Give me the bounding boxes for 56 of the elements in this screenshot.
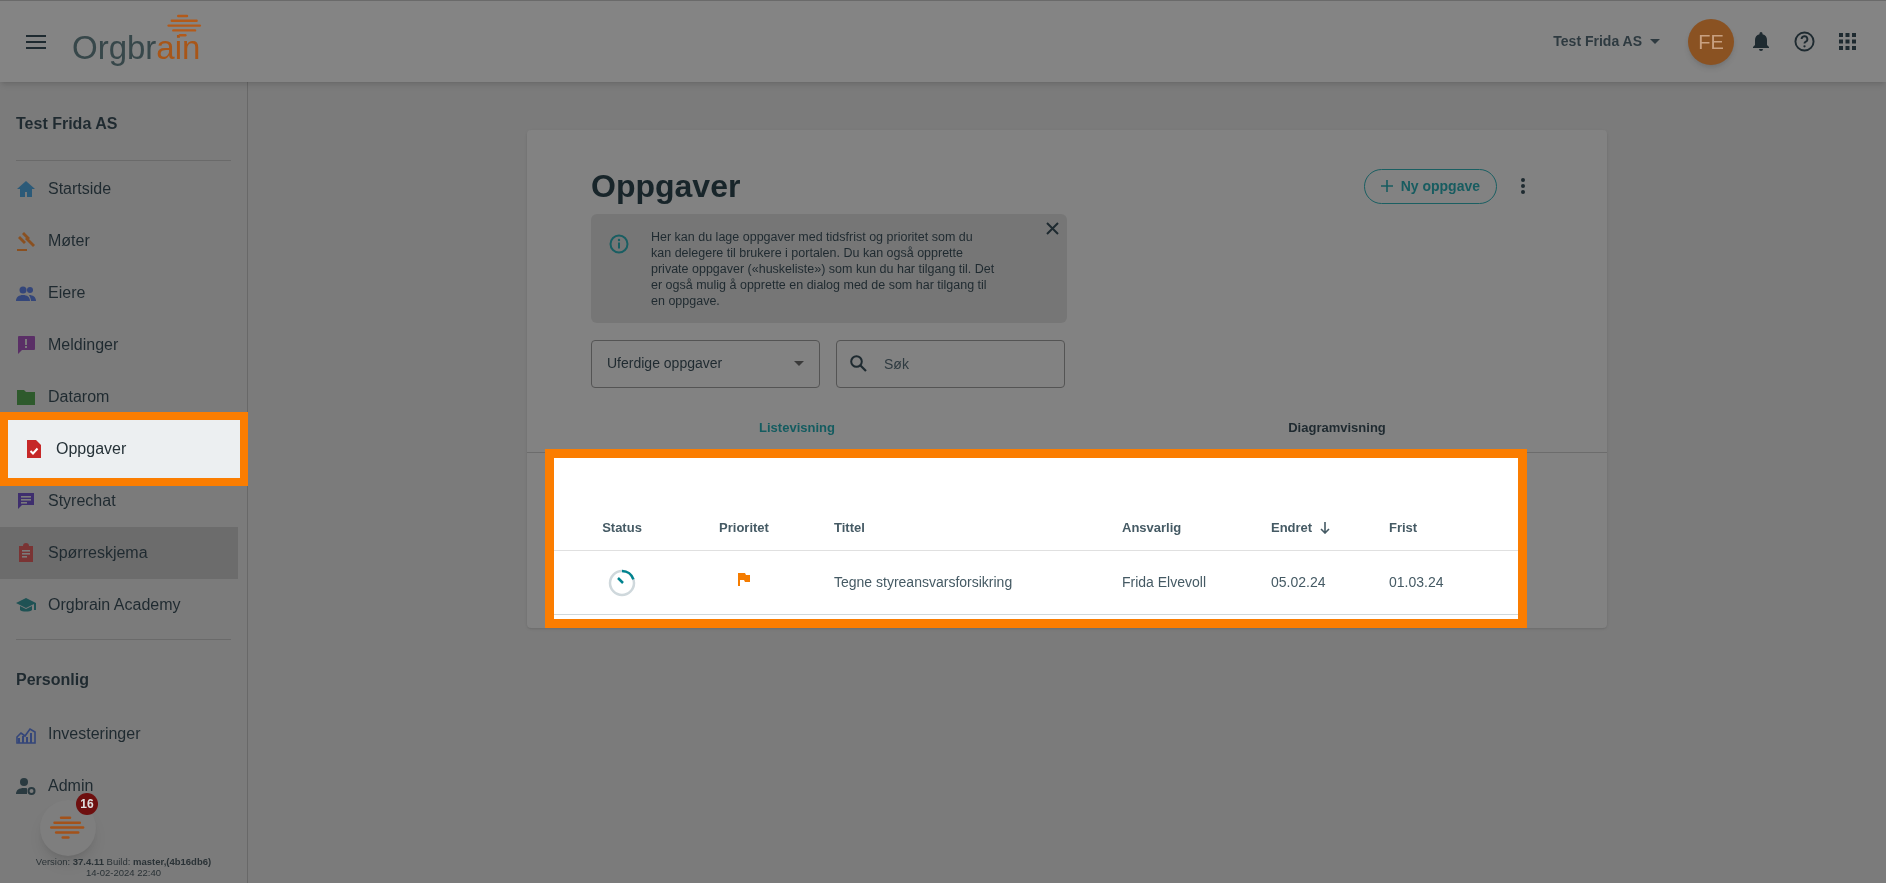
- view-tab[interactable]: Diagramvisning: [1067, 403, 1607, 452]
- filter-value: Uferdige oppgaver: [607, 354, 724, 374]
- brain-logo-icon: [50, 815, 86, 841]
- more-options-icon[interactable]: [1521, 178, 1525, 194]
- sidebar-item[interactable]: Investeringer: [0, 708, 238, 760]
- apps-grid-icon[interactable]: [1839, 33, 1856, 50]
- dropdown-arrow-icon: [794, 361, 804, 367]
- plus-icon: [1380, 180, 1393, 192]
- search-field[interactable]: Søk: [836, 339, 1065, 388]
- search-icon: [850, 354, 867, 372]
- column-header[interactable]: Ansvarlig: [1122, 517, 1271, 538]
- table-cell-text: Tegne styreansvarsforsikring: [833, 573, 1014, 592]
- column-header[interactable]: Prioritet: [690, 517, 798, 538]
- sidebar-item[interactable]: Møter: [0, 215, 238, 267]
- sidebar-item[interactable]: Orgbrain Academy: [0, 579, 238, 631]
- company-selector[interactable]: Test Frida AS: [1553, 31, 1660, 52]
- clock-progress-icon: [608, 568, 636, 597]
- folder-icon: [16, 387, 36, 407]
- build-date: 14-02-2024 22:40: [85, 867, 162, 878]
- sidebar-item[interactable]: Startside: [0, 163, 238, 215]
- sidebar-item[interactable]: Datarom: [0, 371, 238, 423]
- sidebar-item[interactable]: Meldinger: [0, 319, 238, 371]
- task-document-icon: [24, 439, 44, 459]
- sidebar-item[interactable]: Styrechat: [0, 475, 238, 527]
- notification-bell-icon[interactable]: [1752, 31, 1770, 52]
- caret-icon: [1650, 39, 1660, 44]
- table-cell-text: 01.03.24: [1389, 573, 1445, 592]
- gavel-icon: [16, 231, 36, 251]
- sidebar-item[interactable]: Spørreskjema: [0, 527, 238, 579]
- sidebar-heading: Test Frida AS: [16, 82, 231, 161]
- info-icon: [609, 234, 629, 254]
- sidebar-item[interactable]: Eiere: [0, 267, 238, 319]
- chat-icon: [16, 491, 36, 511]
- logo[interactable]: Orgbrain: [72, 30, 201, 72]
- user-avatar[interactable]: FE: [1688, 18, 1734, 65]
- column-header[interactable]: Status: [554, 517, 690, 538]
- user-settings-icon: [16, 776, 36, 796]
- clipboard-icon: [16, 543, 36, 563]
- filter-dropdown[interactable]: Uferdige oppgaver: [591, 339, 820, 388]
- table-cell-text: 05.02.24: [1271, 573, 1327, 592]
- page-title: Oppgaver: [591, 167, 741, 206]
- column-header[interactable]: Frist: [1389, 517, 1518, 538]
- menu-icon[interactable]: [26, 34, 46, 49]
- info-text: Her kan du lage oppgaver med tidsfrist og prioritet som du kan delegere til brukere i portalen. Du kan også opprette private oppgaver («huskeliste») som kun du har tilgang til. Det er også mulig å opprette en dialog med de som har tilgang til en oppgave.: [651, 229, 996, 310]
- version-text: Version: 37.4.11 Build: master,(4b16db6): [34, 856, 213, 867]
- table-cell-text: Frida Elvevoll: [1122, 573, 1208, 592]
- alert-message-icon: [16, 335, 36, 355]
- notification-badge: 16: [76, 793, 98, 815]
- sort-down-icon: [1320, 521, 1331, 534]
- section-heading: Personlig: [16, 670, 90, 690]
- home-icon: [16, 179, 36, 199]
- view-tab[interactable]: Listevisning: [527, 403, 1067, 452]
- column-header[interactable]: Endret: [1271, 517, 1389, 538]
- column-header[interactable]: Tittel: [798, 517, 1122, 538]
- close-icon[interactable]: [1046, 222, 1059, 235]
- help-icon[interactable]: [1794, 31, 1815, 52]
